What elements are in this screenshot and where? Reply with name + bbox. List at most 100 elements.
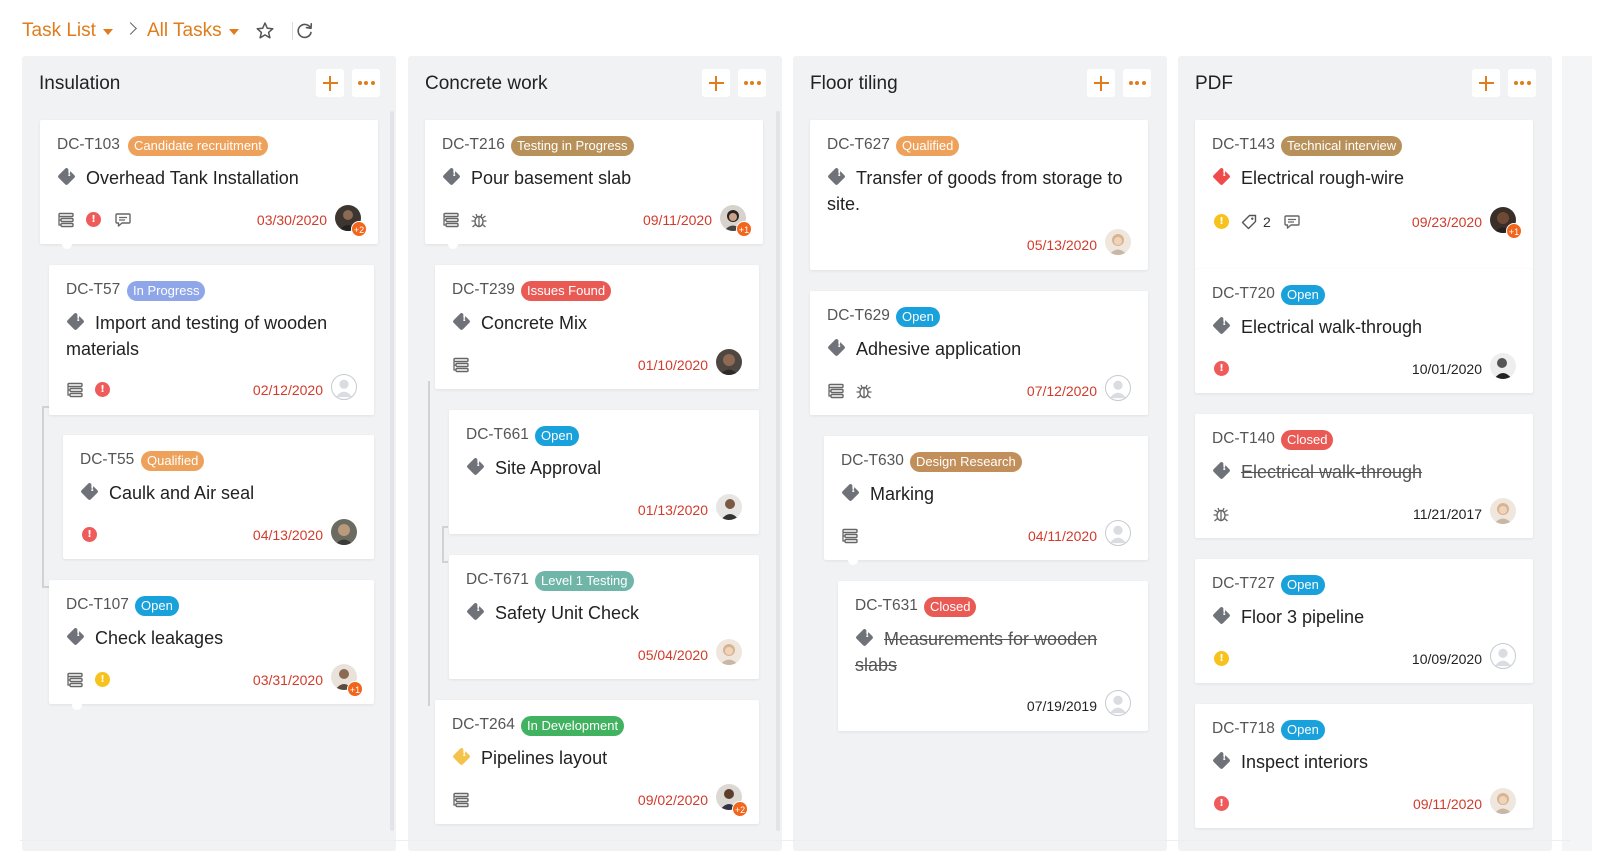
subtask-connector <box>42 406 44 586</box>
refresh-icon[interactable] <box>294 20 316 42</box>
avatar[interactable] <box>1490 353 1516 379</box>
task-card[interactable]: DC-T629 Open Adhesive application 07/12/… <box>810 291 1148 415</box>
more-options-button[interactable] <box>738 69 766 97</box>
alert-icon: ! <box>1214 796 1229 811</box>
avatar[interactable] <box>716 349 742 375</box>
task-title: Transfer of goods from storage to <box>856 168 1123 188</box>
ellipsis-icon <box>1128 81 1146 85</box>
task-card[interactable]: DC-T671 Level 1 Testing Safety Unit Chec… <box>449 555 759 679</box>
column-concrete-work: Concrete work DC-T216 Testing in Progres… <box>408 56 782 851</box>
next-column-edge <box>1562 56 1592 851</box>
status-badge: Issues Found <box>521 281 612 301</box>
due-date: 04/11/2020 <box>1027 528 1097 544</box>
add-task-button[interactable] <box>702 69 730 97</box>
due-date: 07/19/2019 <box>1026 698 1097 714</box>
task-list-dropdown[interactable]: Task List <box>22 20 113 42</box>
subtask-icon[interactable] <box>66 381 84 399</box>
task-id: DC-T57 <box>66 281 121 298</box>
alert-icon: ! <box>95 382 110 397</box>
status-badge: Qualified <box>896 136 960 156</box>
task-card[interactable]: DC-T630 Design Research Marking 04/11/20… <box>824 436 1148 560</box>
task-card[interactable]: DC-T720 Open Electrical walk-through ! 1… <box>1195 269 1533 393</box>
subtask-icon[interactable] <box>452 356 470 374</box>
task-id: DC-T629 <box>827 307 890 324</box>
top-bar: Task List All Tasks <box>0 0 1600 62</box>
column-scrollbar[interactable] <box>390 111 394 831</box>
more-options-button[interactable] <box>352 69 380 97</box>
task-card[interactable]: DC-T140 Closed Electrical walk-through 1… <box>1195 414 1533 538</box>
priority-diamond-icon <box>1212 316 1231 335</box>
task-list-label: Task List <box>22 20 96 41</box>
priority-diamond-icon <box>466 602 485 621</box>
comment-icon[interactable] <box>1283 213 1301 231</box>
task-card[interactable]: DC-T57 In Progress Import and testing of… <box>49 265 374 415</box>
column-insulation: Insulation DC-T103 Candidate recruitment… <box>22 56 396 851</box>
status-badge: Open <box>1281 285 1325 305</box>
status-badge: Open <box>135 596 179 616</box>
avatar[interactable] <box>716 639 742 665</box>
subtask-icon[interactable] <box>442 211 460 229</box>
task-card[interactable]: DC-T103 Candidate recruitment Overhead T… <box>40 120 378 244</box>
chevron-right-icon <box>124 22 137 35</box>
more-options-button[interactable] <box>1508 69 1536 97</box>
avatar-placeholder[interactable] <box>1490 643 1516 669</box>
avatar-placeholder[interactable] <box>1105 520 1131 546</box>
task-card[interactable]: DC-T627 Qualified Transfer of goods from… <box>810 120 1148 270</box>
task-title-line2: slabs <box>855 655 898 675</box>
column-floor-tiling: Floor tiling DC-T627 Qualified Transfer … <box>793 56 1167 851</box>
more-options-button[interactable] <box>1123 69 1151 97</box>
subtask-icon[interactable] <box>66 671 84 689</box>
status-badge: Candidate recruitment <box>128 136 268 156</box>
avatar[interactable] <box>716 494 742 520</box>
bug-icon[interactable] <box>470 211 488 229</box>
all-tasks-dropdown[interactable]: All Tasks <box>147 20 239 42</box>
due-date: 11/21/2017 <box>1412 506 1482 522</box>
task-title: Floor 3 pipeline <box>1241 607 1365 627</box>
add-task-button[interactable] <box>1087 69 1115 97</box>
bug-icon[interactable] <box>1212 505 1230 523</box>
column-scrollbar[interactable] <box>776 111 780 831</box>
column-title: Floor tiling <box>810 73 898 94</box>
avatar-placeholder[interactable] <box>1105 375 1131 401</box>
avatar[interactable] <box>1490 498 1516 524</box>
due-date: 05/13/2020 <box>1026 237 1097 253</box>
task-card[interactable]: DC-T239 Issues Found Concrete Mix 01/10/… <box>435 265 759 389</box>
due-date: 04/13/2020 <box>252 527 323 543</box>
subtask-icon[interactable] <box>827 382 845 400</box>
task-card[interactable]: DC-T107 Open Check leakages ! 03/31/2020… <box>49 580 374 704</box>
avatar-placeholder[interactable] <box>1105 690 1131 716</box>
add-task-button[interactable] <box>1472 69 1500 97</box>
tag-icon[interactable] <box>1240 213 1258 231</box>
avatar[interactable] <box>331 519 357 545</box>
priority-diamond-icon <box>66 312 85 331</box>
task-card[interactable]: DC-T631 Closed Measurements for wooden s… <box>838 581 1148 731</box>
status-badge: In Development <box>521 716 625 736</box>
priority-diamond-icon <box>841 483 860 502</box>
alert-icon: ! <box>95 672 110 687</box>
subtask-icon[interactable] <box>452 791 470 809</box>
star-icon[interactable] <box>254 20 276 42</box>
comment-icon[interactable] <box>114 211 132 229</box>
subtask-icon[interactable] <box>57 211 75 229</box>
status-badge: Open <box>1281 575 1325 595</box>
task-title: Overhead Tank Installation <box>86 168 299 188</box>
task-card[interactable]: DC-T727 Open Floor 3 pipeline ! 10/09/20… <box>1195 559 1533 683</box>
task-id: DC-T718 <box>1212 720 1275 737</box>
avatar[interactable] <box>1105 229 1131 255</box>
column-pdf: PDF DC-T143 Technical interview Electric… <box>1178 56 1552 851</box>
task-card[interactable]: DC-T55 Qualified Caulk and Air seal ! 04… <box>63 435 374 559</box>
task-title-line2: materials <box>66 339 140 359</box>
add-task-button[interactable] <box>316 69 344 97</box>
subtask-icon[interactable] <box>841 527 859 545</box>
task-card[interactable]: DC-T718 Open Inspect interiors ! 09/11/2… <box>1195 704 1533 828</box>
assignee-count-badge: +2 <box>351 221 367 237</box>
task-card[interactable]: DC-T216 Testing in Progress Pour basemen… <box>425 120 763 244</box>
avatar-placeholder[interactable] <box>331 374 357 400</box>
task-card[interactable]: DC-T143 Technical interview Electrical r… <box>1195 120 1533 270</box>
task-card[interactable]: DC-T661 Open Site Approval 01/13/2020 <box>449 410 759 534</box>
assignee-count-badge: +2 <box>732 801 748 817</box>
task-card[interactable]: DC-T264 In Development Pipelines layout … <box>435 700 759 824</box>
avatar[interactable] <box>1490 788 1516 814</box>
bug-icon[interactable] <box>855 382 873 400</box>
due-date: 05/04/2020 <box>637 647 708 663</box>
